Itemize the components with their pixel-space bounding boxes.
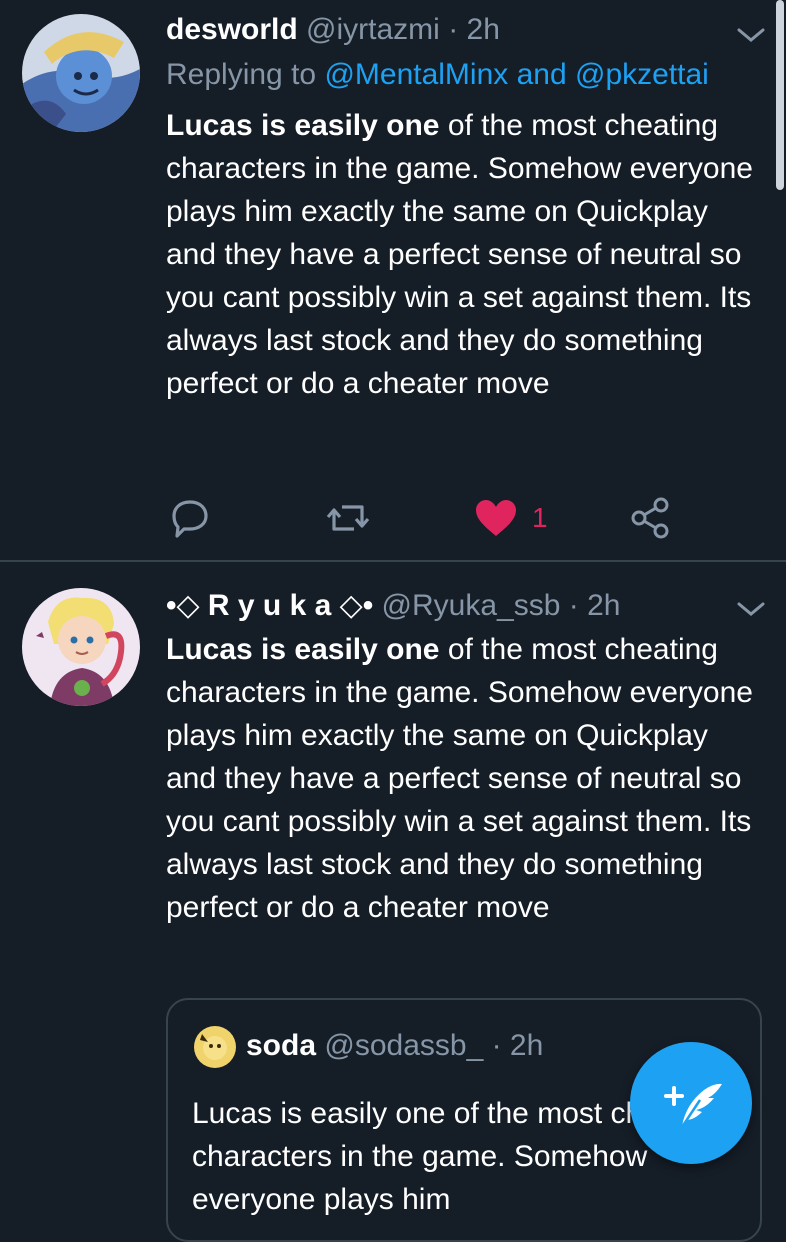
heart-icon[interactable] — [474, 498, 518, 538]
tweet-body-text: of the most cheating characters in the g… — [166, 633, 753, 924]
action-bar: 1 — [166, 496, 746, 542]
quote-display-name[interactable]: soda — [246, 1029, 316, 1062]
chevron-down-icon[interactable] — [734, 24, 768, 46]
compose-button[interactable] — [630, 1042, 752, 1164]
avatar[interactable] — [22, 14, 140, 132]
tweet-header: desworld @iyrtazmi · 2h — [166, 12, 500, 48]
compose-tweet-icon — [664, 1083, 722, 1131]
share-icon[interactable] — [628, 496, 672, 540]
handle[interactable]: @Ryuka_ssb — [382, 589, 561, 622]
avatar[interactable] — [22, 588, 140, 706]
chevron-down-icon[interactable] — [734, 598, 768, 620]
retweet-icon[interactable] — [326, 496, 370, 540]
replying-to: Replying to @MentalMinx and @pkzettai — [166, 57, 709, 93]
like-count: 1 — [532, 502, 548, 533]
timestamp[interactable]: · 2h — [569, 589, 621, 622]
quote-avatar[interactable] — [194, 1026, 236, 1068]
tweet-1[interactable]: desworld @iyrtazmi · 2h Replying to @Men… — [0, 0, 786, 562]
tweet-header: •◇ R y u k a ◇• @Ryuka_ssb · 2h — [166, 588, 620, 624]
tweet-body-bold: Lucas is easily one — [166, 109, 440, 142]
tweet-body-bold: Lucas is easily one — [166, 633, 440, 666]
replying-prefix: Replying to — [166, 58, 317, 91]
reply-icon[interactable] — [170, 496, 210, 540]
quote-handle[interactable]: @sodassb_ — [324, 1029, 483, 1062]
quote-header: soda @sodassb_ · 2h — [246, 1028, 543, 1064]
handle[interactable]: @iyrtazmi — [306, 13, 440, 46]
tweet-body-text: of the most cheating characters in the g… — [166, 109, 753, 400]
replying-mentions[interactable]: @MentalMinx and @pkzettai — [324, 58, 708, 91]
quote-timestamp[interactable]: · 2h — [492, 1029, 544, 1062]
display-name[interactable]: •◇ R y u k a ◇• — [166, 589, 373, 622]
display-name[interactable]: desworld — [166, 13, 298, 46]
timestamp[interactable]: · 2h — [448, 13, 500, 46]
tweet-body: Lucas is easily one of the most cheating… — [166, 628, 766, 929]
tweet-body: Lucas is easily one of the most cheating… — [166, 104, 766, 405]
